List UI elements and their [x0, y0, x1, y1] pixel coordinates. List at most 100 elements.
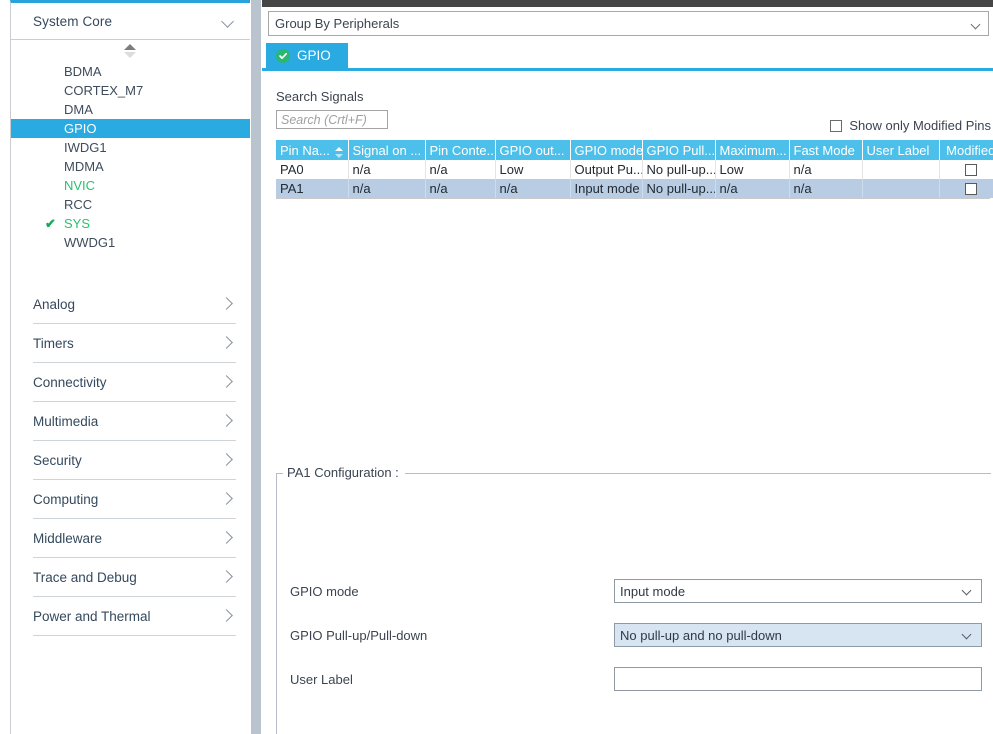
chevron-right-icon[interactable]	[220, 296, 236, 312]
pins-cell-fast-mode[interactable]: n/a	[789, 179, 862, 198]
sidebar-peripheral-nvic[interactable]: NVIC	[11, 176, 250, 195]
chevron-right-icon[interactable]	[220, 530, 236, 546]
pins-cell-pin-context[interactable]: n/a	[425, 179, 495, 198]
group-by-row: Group By Peripherals	[262, 7, 993, 36]
pins-cell-gpio-mode[interactable]: Input mode	[570, 179, 642, 198]
config-field-control	[614, 667, 982, 691]
sidebar-peripheral-wwdg1[interactable]: WWDG1	[11, 233, 250, 252]
sidebar-group-timers[interactable]: Timers	[33, 324, 236, 363]
pins-cell-pin-name[interactable]: PA0	[276, 160, 348, 179]
show-only-modified-pins-label: Show only Modified Pins	[849, 118, 991, 133]
pins-cell-maximum[interactable]: Low	[715, 160, 789, 179]
group-by-select[interactable]: Group By Peripherals	[268, 11, 989, 36]
checkbox-icon[interactable]	[830, 120, 842, 132]
sidebar-group-computing[interactable]: Computing	[33, 480, 236, 519]
sidebar-peripheral-label: IWDG1	[64, 140, 107, 155]
sidebar-peripheral-label: DMA	[64, 102, 93, 117]
pins-table-column-header[interactable]: Pin Na...	[276, 140, 348, 160]
pins-table-column-header[interactable]: Fast Mode	[789, 140, 862, 160]
pins-cell-fast-mode[interactable]: n/a	[789, 160, 862, 179]
sidebar-group-power-and-thermal[interactable]: Power and Thermal	[33, 597, 236, 636]
pins-cell-modified[interactable]	[939, 160, 993, 179]
pins-table-column-header[interactable]: Signal on ...	[348, 140, 425, 160]
sidebar-group-multimedia[interactable]: Multimedia	[33, 402, 236, 441]
config-row: GPIO modeInput mode	[277, 578, 991, 604]
chevron-down-icon[interactable]	[220, 13, 236, 29]
config-row: GPIO Pull-up/Pull-downNo pull-up and no …	[277, 622, 991, 648]
pins-table-column-label: GPIO Pull...	[647, 143, 716, 158]
sidebar-peripheral-iwdg1[interactable]: IWDG1	[11, 138, 250, 157]
sidebar-peripheral-bdma[interactable]: BDMA	[11, 62, 250, 81]
pins-cell-pin-name[interactable]: PA1	[276, 179, 348, 198]
config-input-user-label[interactable]	[614, 667, 982, 691]
pins-table-column-header[interactable]: Pin Conte...	[425, 140, 495, 160]
pins-cell-gpio-output[interactable]: n/a	[495, 179, 570, 198]
sidebar-group-middleware[interactable]: Middleware	[33, 519, 236, 558]
chevron-down-icon[interactable]	[963, 631, 972, 640]
sidebar-group-connectivity[interactable]: Connectivity	[33, 363, 236, 402]
pins-table-column-header[interactable]: User Label	[862, 140, 939, 160]
pins-cell-gpio-mode[interactable]: Output Pu...	[570, 160, 642, 179]
sidebar-peripheral-cortex_m7[interactable]: CORTEX_M7	[11, 81, 250, 100]
chevron-right-icon[interactable]	[220, 413, 236, 429]
pins-table-column-header[interactable]: Modified	[939, 140, 993, 160]
search-input[interactable]	[276, 110, 388, 129]
pins-cell-maximum[interactable]: n/a	[715, 179, 789, 198]
pins-table-header-row: Pin Na...Signal on ...Pin Conte...GPIO o…	[276, 140, 993, 160]
main-panel: Group By Peripherals GPIO Search Signals	[262, 0, 993, 734]
pins-table-row[interactable]: PA0n/an/aLowOutput Pu...No pull-up...Low…	[276, 160, 993, 179]
sidebar-group-analog[interactable]: Analog	[33, 285, 236, 324]
scroll-up-arrow-icon[interactable]	[124, 43, 138, 59]
pins-table-column-header[interactable]: Maximum...	[715, 140, 789, 160]
sidebar-group-security[interactable]: Security	[33, 441, 236, 480]
chevron-right-icon[interactable]	[220, 335, 236, 351]
chevron-right-icon[interactable]	[220, 608, 236, 624]
chevron-right-icon[interactable]	[220, 374, 236, 390]
checkbox-icon[interactable]	[965, 164, 977, 176]
category-title: System Core	[33, 14, 220, 29]
checkbox-icon[interactable]	[965, 183, 977, 195]
chevron-right-icon[interactable]	[220, 491, 236, 507]
sidebar-peripheral-gpio[interactable]: GPIO	[11, 119, 250, 138]
pins-cell-gpio-output[interactable]: Low	[495, 160, 570, 179]
show-only-modified-pins-checkbox[interactable]: Show only Modified Pins	[830, 118, 991, 133]
pins-cell-gpio-pull[interactable]: No pull-up...	[642, 160, 715, 179]
panel-splitter[interactable]	[250, 0, 262, 734]
sidebar-peripheral-label: GPIO	[64, 121, 97, 136]
pins-table-column-header[interactable]: GPIO Pull...	[642, 140, 715, 160]
pins-cell-user-label[interactable]	[862, 160, 939, 179]
tab-gpio[interactable]: GPIO	[266, 43, 348, 68]
sidebar-peripheral-label: CORTEX_M7	[64, 83, 143, 98]
pins-table-column-label: Fast Mode	[794, 143, 855, 158]
pins-table-column-header[interactable]: GPIO mode	[570, 140, 642, 160]
pins-table-column-header[interactable]: GPIO out...	[495, 140, 570, 160]
pins-cell-user-label[interactable]	[862, 179, 939, 198]
peripheral-list-scroll-up[interactable]	[11, 40, 250, 62]
pins-cell-signal-on[interactable]: n/a	[348, 160, 425, 179]
chevron-down-icon[interactable]	[972, 21, 981, 30]
sidebar-group-label: Middleware	[33, 531, 220, 546]
sidebar-group-label: Power and Thermal	[33, 609, 220, 624]
pins-cell-gpio-pull[interactable]: No pull-up...	[642, 179, 715, 198]
sidebar-peripheral-mdma[interactable]: MDMA	[11, 157, 250, 176]
sidebar-peripheral-dma[interactable]: DMA	[11, 100, 250, 119]
pins-cell-signal-on[interactable]: n/a	[348, 179, 425, 198]
sidebar-group-trace-and-debug[interactable]: Trace and Debug	[33, 558, 236, 597]
category-header-system-core[interactable]: System Core	[11, 3, 250, 40]
sidebar-peripheral-rcc[interactable]: RCC	[11, 195, 250, 214]
chevron-right-icon[interactable]	[220, 569, 236, 585]
pins-table-row[interactable]: PA1n/an/an/aInput modeNo pull-up...n/an/…	[276, 179, 993, 198]
pins-cell-modified[interactable]	[939, 179, 993, 198]
sidebar-peripheral-sys[interactable]: ✔SYS	[11, 214, 250, 233]
chevron-down-icon[interactable]	[963, 587, 972, 596]
sort-arrows-icon[interactable]	[335, 147, 344, 158]
sidebar-group-label: Connectivity	[33, 375, 220, 390]
tab-gpio-label: GPIO	[297, 43, 331, 68]
pins-table-column-label: GPIO mode	[575, 143, 643, 158]
config-select-gpio-pull-up-pull-down[interactable]: No pull-up and no pull-down	[614, 623, 982, 647]
pin-configuration-fields: GPIO modeInput mode GPIO Pull-up/Pull-dow…	[277, 578, 991, 710]
main-content: Search Signals Pin Na...Signal on ...Pin…	[262, 89, 993, 199]
chevron-right-icon[interactable]	[220, 452, 236, 468]
pins-cell-pin-context[interactable]: n/a	[425, 160, 495, 179]
config-select-gpio-mode[interactable]: Input mode	[614, 579, 982, 603]
